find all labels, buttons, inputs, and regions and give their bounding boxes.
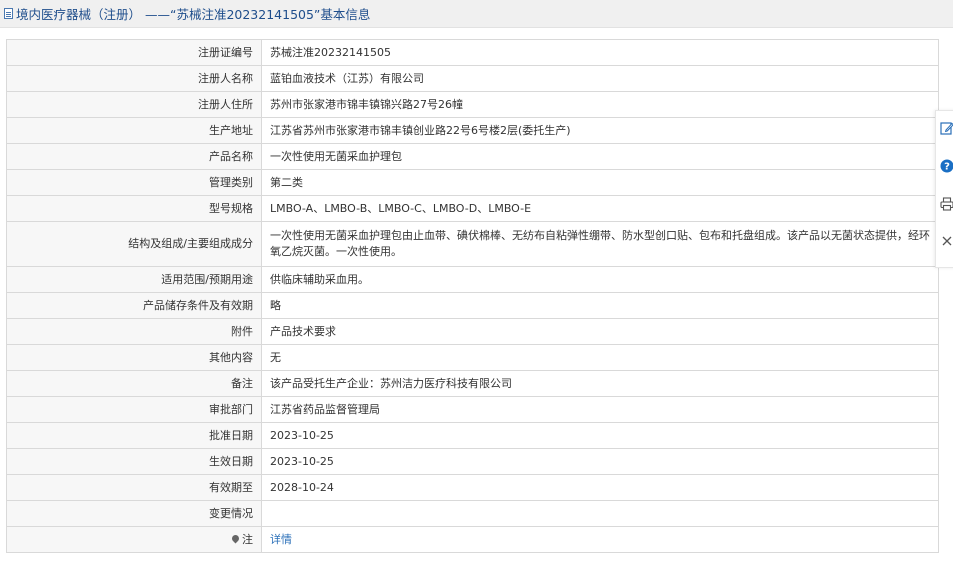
row-value: 苏州市张家港市锦丰镇锦兴路27号26幢 — [261, 91, 939, 118]
pin-icon — [230, 533, 241, 543]
row-label: 备注 — [6, 370, 262, 397]
row-label: 注册人名称 — [6, 65, 262, 92]
table-row: 注册人住所 苏州市张家港市锦丰镇锦兴路27号26幢 — [6, 91, 939, 118]
row-label: 型号规格 — [6, 195, 262, 222]
row-value: 略 — [261, 292, 939, 319]
help-icon[interactable]: ? — [939, 159, 953, 173]
row-value: 一次性使用无菌采血护理包 — [261, 143, 939, 170]
row-label: 适用范围/预期用途 — [6, 266, 262, 293]
page-title: 境内医疗器械（注册） ——“苏械注准20232141505”基本信息 — [16, 7, 371, 22]
document-icon — [4, 8, 13, 19]
table-row: 结构及组成/主要组成成分 一次性使用无菌采血护理包由止血带、碘伏棉棒、无纺布自粘… — [6, 221, 939, 267]
table-row: 生产地址 江苏省苏州市张家港市锦丰镇创业路22号6号楼2层(委托生产) — [6, 117, 939, 144]
row-label: 管理类别 — [6, 169, 262, 196]
table-row: 附件 产品技术要求 — [6, 318, 939, 345]
note-label-cell: 注 — [6, 526, 262, 553]
side-toolbar: ? — [935, 110, 953, 268]
row-value: LMBO-A、LMBO-B、LMBO-C、LMBO-D、LMBO-E — [261, 195, 939, 222]
row-label: 审批部门 — [6, 396, 262, 423]
row-label: 批准日期 — [6, 422, 262, 449]
table-row: 注册人名称 蓝铂血液技术（江苏）有限公司 — [6, 65, 939, 92]
table-row: 注 详情 — [6, 526, 939, 553]
table-row: 产品储存条件及有效期 略 — [6, 292, 939, 319]
row-value: 2028-10-24 — [261, 474, 939, 501]
row-value: 江苏省药品监督管理局 — [261, 396, 939, 423]
row-label: 注 — [242, 532, 253, 546]
table-row: 变更情况 — [6, 500, 939, 527]
row-label: 附件 — [6, 318, 262, 345]
row-value: 产品技术要求 — [261, 318, 939, 345]
info-table: 注册证编号 苏械注准20232141505 注册人名称 蓝铂血液技术（江苏）有限… — [6, 39, 939, 553]
row-label: 注册人住所 — [6, 91, 262, 118]
svg-text:?: ? — [944, 162, 950, 173]
row-value: 苏械注准20232141505 — [261, 39, 939, 66]
row-value: 2023-10-25 — [261, 422, 939, 449]
table-row: 型号规格 LMBO-A、LMBO-B、LMBO-C、LMBO-D、LMBO-E — [6, 195, 939, 222]
row-value: 该产品受托生产企业：苏州洁力医疗科技有限公司 — [261, 370, 939, 397]
row-label: 生效日期 — [6, 448, 262, 475]
table-row: 有效期至 2028-10-24 — [6, 474, 939, 501]
row-label: 结构及组成/主要组成成分 — [6, 221, 262, 267]
table-row: 其他内容 无 — [6, 344, 939, 371]
row-label: 生产地址 — [6, 117, 262, 144]
details-link[interactable]: 详情 — [270, 533, 292, 546]
row-value: 2023-10-25 — [261, 448, 939, 475]
edit-icon[interactable] — [939, 121, 953, 135]
table-row: 适用范围/预期用途 供临床辅助采血用。 — [6, 266, 939, 293]
row-label: 有效期至 — [6, 474, 262, 501]
close-icon[interactable] — [939, 235, 953, 247]
table-row: 注册证编号 苏械注准20232141505 — [6, 39, 939, 66]
print-icon[interactable] — [939, 197, 953, 211]
row-label: 其他内容 — [6, 344, 262, 371]
row-value: 江苏省苏州市张家港市锦丰镇创业路22号6号楼2层(委托生产) — [261, 117, 939, 144]
table-row: 批准日期 2023-10-25 — [6, 422, 939, 449]
row-value: 蓝铂血液技术（江苏）有限公司 — [261, 65, 939, 92]
row-label: 产品名称 — [6, 143, 262, 170]
table-row: 备注 该产品受托生产企业：苏州洁力医疗科技有限公司 — [6, 370, 939, 397]
row-label: 变更情况 — [6, 500, 262, 527]
table-row: 管理类别 第二类 — [6, 169, 939, 196]
row-value: 无 — [261, 344, 939, 371]
table-row: 产品名称 一次性使用无菌采血护理包 — [6, 143, 939, 170]
row-label: 注册证编号 — [6, 39, 262, 66]
table-row: 生效日期 2023-10-25 — [6, 448, 939, 475]
page-header: 境内医疗器械（注册） ——“苏械注准20232141505”基本信息 — [0, 0, 953, 28]
table-row: 审批部门 江苏省药品监督管理局 — [6, 396, 939, 423]
row-value: 供临床辅助采血用。 — [261, 266, 939, 293]
row-value: 一次性使用无菌采血护理包由止血带、碘伏棉棒、无纺布自粘弹性绷带、防水型创口贴、包… — [261, 221, 939, 267]
note-value-cell: 详情 — [261, 526, 939, 553]
row-value — [261, 500, 939, 527]
row-value: 第二类 — [261, 169, 939, 196]
row-label: 产品储存条件及有效期 — [6, 292, 262, 319]
